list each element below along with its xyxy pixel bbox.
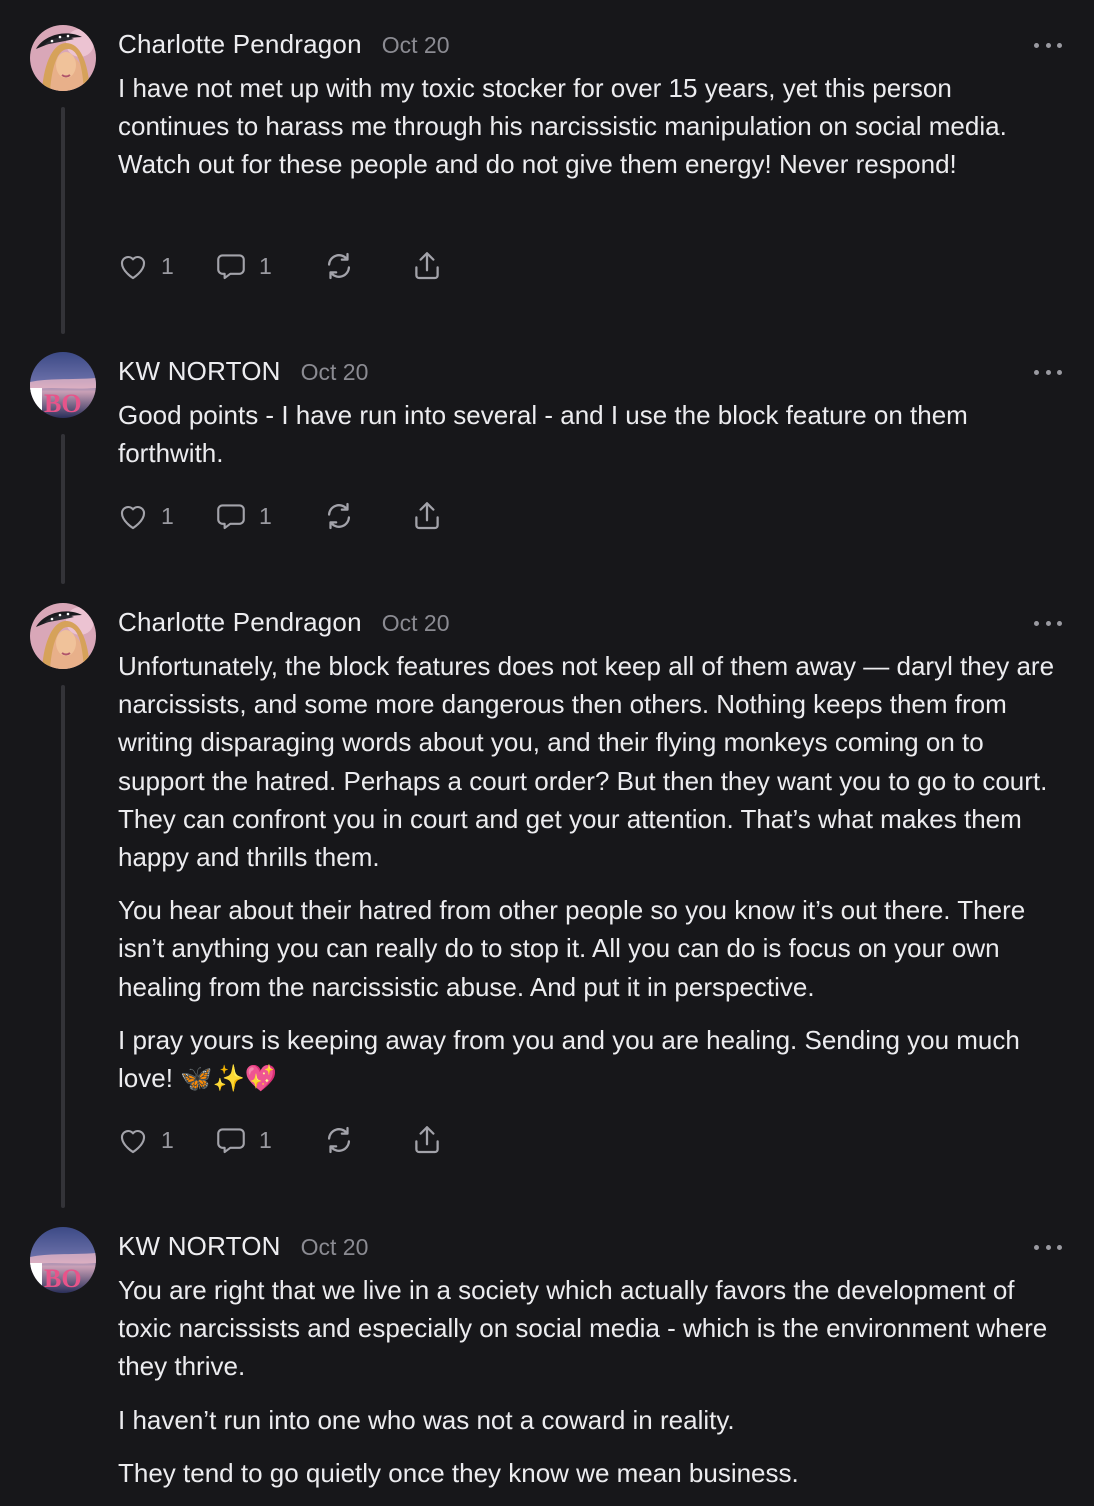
like-count: 1: [161, 1126, 174, 1153]
like-button[interactable]: 1: [116, 249, 214, 283]
comment-bubble-icon: [217, 504, 245, 530]
like-count: 1: [161, 252, 174, 279]
share-icon: [415, 252, 439, 280]
kw-norton-avatar-image: BO: [30, 352, 96, 418]
comment-header: KW NORTON Oct 20: [118, 1231, 368, 1265]
comment-body: Unfortunately, the block features does n…: [118, 647, 1068, 1097]
author-name[interactable]: KW NORTON: [118, 356, 281, 387]
comment-body: Good points - I have run into several - …: [118, 396, 1068, 472]
comment-date[interactable]: Oct 20: [301, 359, 369, 386]
thread-line: [61, 107, 65, 334]
comment-date[interactable]: Oct 20: [382, 610, 450, 637]
more-options-icon[interactable]: [1034, 35, 1062, 55]
heart-icon: [120, 1130, 146, 1154]
restack-button[interactable]: [322, 1123, 410, 1157]
avatar[interactable]: BO: [30, 1227, 96, 1293]
author-name[interactable]: KW NORTON: [118, 1231, 281, 1262]
comment-bubble-icon: [217, 1128, 245, 1154]
comment-header: Charlotte Pendragon Oct 20: [118, 607, 450, 641]
like-count: 1: [161, 502, 174, 529]
restack-icon: [327, 502, 351, 530]
thread-line: [61, 685, 65, 1208]
restack-icon: [327, 1126, 351, 1154]
comment-date[interactable]: Oct 20: [382, 32, 450, 59]
comment-date[interactable]: Oct 20: [301, 1234, 369, 1261]
share-button[interactable]: [410, 499, 444, 533]
like-button[interactable]: 1: [116, 1123, 214, 1157]
share-icon: [415, 502, 439, 530]
kw-avatar-text: BO: [44, 1264, 82, 1293]
comment-actions: 1 1: [116, 1122, 444, 1158]
share-icon: [415, 1126, 439, 1154]
comment-paragraph: You are right that we live in a society …: [118, 1275, 1048, 1382]
kw-norton-avatar-image: BO: [30, 1227, 96, 1293]
share-button[interactable]: [410, 1123, 444, 1157]
reply-count: 1: [259, 1126, 272, 1153]
comment-paragraph: I pray yours is keeping away from you an…: [118, 1024, 1020, 1094]
comment-paragraph: Good points - I have run into several - …: [118, 400, 968, 469]
avatar[interactable]: BO: [30, 352, 96, 418]
comment-paragraph: Unfortunately, the block features does n…: [118, 651, 1055, 873]
comment-header: Charlotte Pendragon Oct 20: [118, 29, 450, 63]
reply-button[interactable]: 1: [214, 499, 322, 533]
comment-actions: 1 1: [116, 498, 444, 534]
restack-icon: [327, 252, 351, 280]
comment-paragraph: They tend to go quietly once they know w…: [118, 1457, 799, 1488]
avatar[interactable]: [30, 25, 96, 91]
restack-button[interactable]: [322, 499, 410, 533]
author-name[interactable]: Charlotte Pendragon: [118, 607, 362, 638]
more-options-icon[interactable]: [1034, 613, 1062, 633]
comment-paragraph: I have not met up with my toxic stocker …: [118, 73, 1007, 180]
more-options-icon[interactable]: [1034, 362, 1062, 382]
more-options-icon[interactable]: [1034, 1237, 1062, 1257]
comment-paragraph: I haven’t run into one who was not a cow…: [118, 1404, 735, 1435]
author-name[interactable]: Charlotte Pendragon: [118, 29, 362, 60]
charlotte-avatar-image: [30, 603, 96, 669]
comment-thread: Charlotte Pendragon Oct 20 I have not me…: [0, 0, 1094, 1506]
comment-actions: 1 1: [116, 248, 444, 284]
heart-icon: [120, 506, 146, 530]
kw-avatar-text: BO: [44, 389, 82, 418]
avatar[interactable]: [30, 603, 96, 669]
thread-line: [61, 434, 65, 584]
comment-header: KW NORTON Oct 20: [118, 356, 368, 390]
share-button[interactable]: [410, 249, 444, 283]
reply-count: 1: [259, 252, 272, 279]
reply-count: 1: [259, 502, 272, 529]
comment-body: You are right that we live in a society …: [118, 1271, 1068, 1492]
comment-bubble-icon: [217, 254, 245, 280]
like-button[interactable]: 1: [116, 499, 214, 533]
restack-button[interactable]: [322, 249, 410, 283]
comment-body: I have not met up with my toxic stocker …: [118, 69, 1068, 184]
charlotte-avatar-image: [30, 25, 96, 91]
reply-button[interactable]: 1: [214, 1123, 322, 1157]
reply-button[interactable]: 1: [214, 249, 322, 283]
heart-icon: [120, 256, 146, 280]
comment-paragraph: You hear about their hatred from other p…: [118, 895, 1026, 1002]
